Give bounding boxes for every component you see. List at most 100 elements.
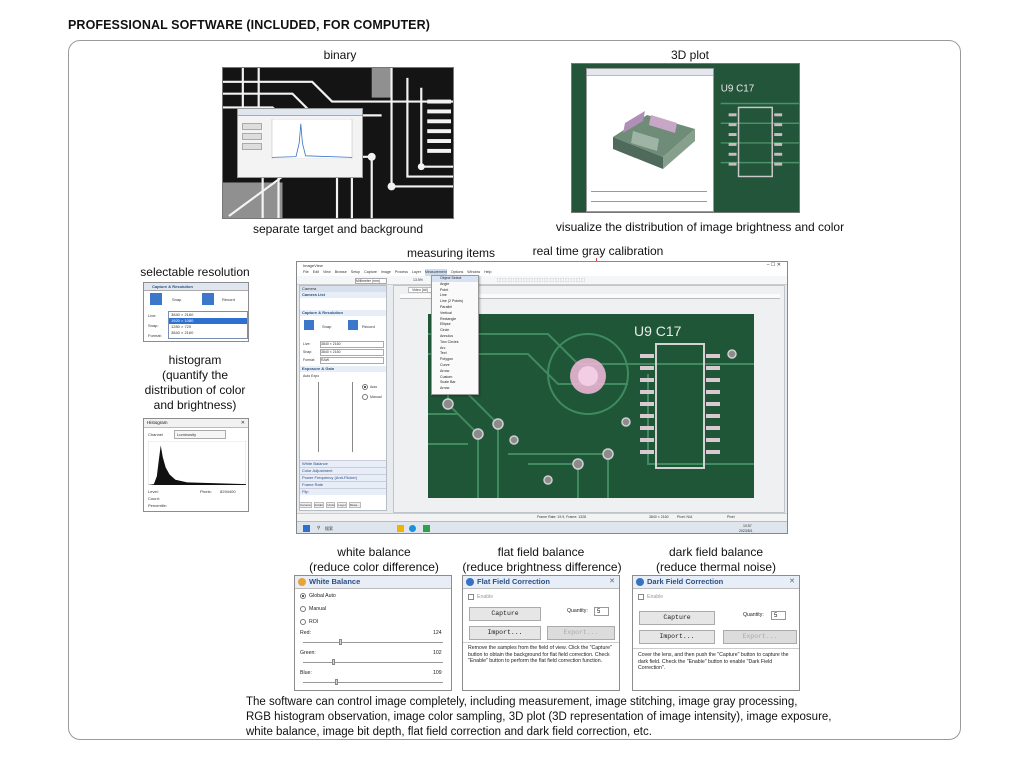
menu-bar: File Edit View Browse Setup Capture Image Proce… [297, 269, 787, 276]
toolbar-icons[interactable]: ⬚⬚⬚⬚⬚⬚⬚⬚⬚⬚⬚⬚⬚⬚⬚⬚⬚ [497, 277, 586, 283]
record-icon[interactable] [202, 293, 214, 305]
menu-item-process[interactable]: Process [395, 269, 408, 276]
wb-channel-slider[interactable] [303, 639, 443, 645]
global-auto-label: Global Auto [309, 593, 336, 599]
flat-field-icon [466, 578, 474, 586]
dark-field-titlebar: Dark Field Correction ✕ [633, 576, 799, 589]
bottom-tab[interactable]: Undo [326, 502, 336, 508]
sidebar-section-power[interactable]: Power Frequency (Anti-Flicker) [300, 474, 386, 481]
menu-item-help[interactable]: Help [484, 269, 491, 276]
page-title: PROFESSIONAL SOFTWARE (INCLUDED, FOR COM… [68, 18, 431, 32]
unit-select[interactable]: Millimeter (mm) [355, 278, 387, 284]
count-label: Count: [148, 496, 160, 501]
dark-capture-button[interactable]: Capture [639, 611, 715, 625]
global-auto-radio[interactable] [300, 593, 306, 599]
flat-field-titlebar: Flat Field Correction ✕ [463, 576, 619, 589]
dark-enable-label: Enable [647, 594, 664, 600]
snap-label: Snap [172, 297, 182, 302]
sidebar-section-white-balance[interactable]: White Balance [300, 460, 386, 467]
roi-label: ROI [309, 619, 319, 625]
zoom-value[interactable]: 13.5% [413, 278, 423, 282]
measure-menu-item[interactable]: Arrow [432, 386, 478, 392]
dark-field-title: Dark Field Correction [647, 577, 724, 586]
flat-capture-button[interactable]: Capture [469, 607, 541, 621]
browser-icon[interactable] [409, 525, 416, 532]
sidebar-section-frame-rate[interactable]: Frame Rate [300, 481, 386, 488]
close-icon[interactable]: ✕ [609, 576, 615, 588]
sidebar-section-color[interactable]: Color Adjustment [300, 467, 386, 474]
white-balance-title: White Balance [309, 577, 361, 586]
dark-export-button[interactable]: Export... [723, 630, 797, 644]
video-tab[interactable]: Video [##] [408, 287, 432, 293]
resolution-dropdown[interactable]: 3840 × 2160 1920 × 1080 1280 × 720 3840 … [168, 311, 248, 339]
gain-slider[interactable] [352, 382, 353, 452]
close-icon[interactable]: ✕ [241, 420, 245, 426]
manual-label: Manual [370, 395, 382, 399]
start-icon[interactable] [303, 525, 310, 532]
wb-channel-slider[interactable] [303, 659, 443, 665]
window-controls-icon[interactable]: – ☐ ✕ [767, 262, 781, 268]
format-select[interactable]: RAW [320, 357, 384, 364]
bottom-tab[interactable]: Camera [299, 502, 312, 508]
histogram-caption-1: histogram [168, 353, 222, 367]
wb-caption-2: (reduce color difference) [309, 560, 439, 574]
auto-radio[interactable] [362, 384, 368, 390]
dark-import-button[interactable]: Import... [639, 630, 715, 644]
snap-res-label: Snap: [303, 350, 313, 354]
channel-select[interactable]: Luminosity [174, 430, 226, 439]
channel-label: Channel [148, 432, 163, 437]
dark-quantity-label: Quantity: [743, 612, 764, 618]
histogram-caption-4: and brightness) [153, 398, 237, 412]
slider-handle[interactable] [339, 639, 343, 645]
snap-camera-icon[interactable] [150, 293, 162, 305]
sidebar-section-flip[interactable]: Flip [300, 488, 386, 495]
flat-export-button[interactable]: Export... [547, 626, 615, 640]
histogram-title: Histogram [144, 419, 248, 428]
exposure-slider[interactable] [318, 382, 319, 452]
description-line: The software can control image completel… [246, 696, 798, 708]
dark-quantity-input[interactable]: 5 [771, 611, 786, 620]
res-option[interactable]: 3840 × 2160 [169, 330, 247, 336]
df-caption-1: dark field balance [668, 545, 764, 559]
menu-item-setup[interactable]: Setup [351, 269, 360, 276]
status-resolution: 3840 × 2160 [649, 515, 669, 519]
auto-expo-label: Auto Expo [303, 374, 320, 378]
flat-enable-checkbox[interactable] [468, 594, 474, 600]
snap-res-select[interactable]: 3840 × 2160 [320, 349, 384, 356]
app-icon[interactable] [423, 525, 430, 532]
menu-item-image[interactable]: Image [381, 269, 391, 276]
measurement-menu: Object Select Angle Point Line Line (2 Point… [431, 275, 479, 395]
taskbar-search[interactable]: 搜索 [325, 526, 333, 532]
wb-channel-label: Red: [300, 630, 311, 636]
roi-radio[interactable] [300, 619, 306, 625]
manual-radio[interactable] [300, 606, 306, 612]
live-res-select[interactable]: 3840 × 2160 [320, 341, 384, 348]
svg-text:U9 C17: U9 C17 [721, 84, 755, 95]
record-button-icon[interactable] [348, 320, 358, 330]
bottom-tab[interactable]: Meas... [348, 502, 361, 508]
menu-item-browse[interactable]: Browse [335, 269, 347, 276]
menu-item-view[interactable]: View [323, 269, 331, 276]
bottom-tab[interactable]: Layer [337, 502, 347, 508]
wb-channel-slider[interactable] [303, 679, 443, 685]
binary-caption: binary [323, 48, 357, 62]
slider-handle[interactable] [335, 679, 339, 685]
dark-enable-checkbox[interactable] [638, 594, 644, 600]
menu-item-file[interactable]: File [303, 269, 309, 276]
flat-import-button[interactable]: Import... [469, 626, 541, 640]
manual-radio[interactable] [362, 394, 368, 400]
bottom-tab[interactable]: Folder [313, 502, 325, 508]
search-icon[interactable]: ⚲ [317, 525, 320, 531]
menu-item-capture[interactable]: Capture [364, 269, 377, 276]
menu-item-edit[interactable]: Edit [313, 269, 319, 276]
folder-icon[interactable] [397, 525, 404, 532]
res-live-label: Live: [148, 313, 157, 318]
binary-subcaption: separate target and background [252, 222, 424, 236]
flat-quantity-input[interactable]: 5 [594, 607, 609, 616]
slider-handle[interactable] [332, 659, 336, 665]
dark-field-instructions: Cover the lens, and then push the "Captu… [638, 652, 789, 672]
snap-icon[interactable] [304, 320, 314, 330]
close-icon[interactable]: ✕ [789, 576, 795, 588]
menu-item-layer[interactable]: Layer [412, 269, 421, 276]
percentile-label: Percentile: [148, 503, 167, 508]
